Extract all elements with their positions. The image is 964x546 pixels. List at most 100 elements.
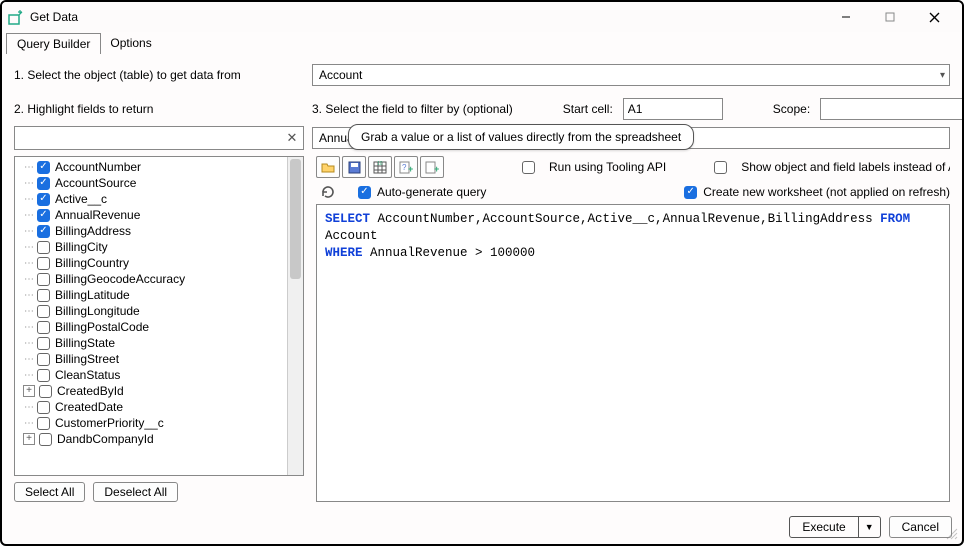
add-filter-help-icon[interactable]: ?+ [394,156,418,178]
tab-query-builder[interactable]: Query Builder [6,33,101,54]
field-search-input[interactable] [15,131,281,145]
field-checkbox[interactable] [39,385,52,398]
object-select[interactable]: Account ▾ [312,64,950,86]
scope-label: Scope: [773,102,810,116]
autogen-label: Auto-generate query [377,185,486,199]
new-worksheet-checkbox[interactable] [684,186,697,199]
field-item[interactable]: ⋯ BillingPostalCode [15,319,287,335]
tree-connector-icon: ⋯ [23,370,35,381]
field-label: Active__c [55,192,107,206]
chevron-down-icon: ▾ [940,70,945,81]
tab-options[interactable]: Options [100,33,161,53]
field-item[interactable]: ⋯ BillingCity [15,239,287,255]
field-item[interactable]: + DandbCompanyId [15,431,287,447]
add-filter-icon[interactable]: + [420,156,444,178]
field-search[interactable]: ✕ [14,126,304,150]
toolbar: 10 ?+ + [316,156,444,178]
field-item[interactable]: ⋯ CustomerPriority__c [15,415,287,431]
field-item[interactable]: ⋯ CreatedDate [15,399,287,415]
execute-button[interactable]: Execute ▼ [789,516,880,538]
tree-connector-icon: ⋯ [23,306,35,317]
svg-text:+: + [434,164,439,174]
tree-connector-icon: ⋯ [23,194,35,205]
field-label: CleanStatus [55,368,120,382]
field-item[interactable]: ⋯ BillingGeocodeAccuracy [15,271,287,287]
fields-tree-body[interactable]: ⋯ AccountNumber⋯ AccountSource⋯ Active__… [15,157,287,475]
field-item[interactable]: ⋯ BillingStreet [15,351,287,367]
field-item[interactable]: ⋯ AccountNumber [15,159,287,175]
field-checkbox[interactable] [37,177,50,190]
autogen-checkbox[interactable] [358,186,371,199]
show-labels-checkbox[interactable] [714,161,727,174]
field-checkbox[interactable] [37,225,50,238]
field-checkbox[interactable] [37,273,50,286]
tree-connector-icon: ⋯ [23,226,35,237]
field-item[interactable]: ⋯ CleanStatus [15,367,287,383]
field-label: BillingCountry [55,256,129,270]
field-item[interactable]: ⋯ BillingLongitude [15,303,287,319]
field-label: CustomerPriority__c [55,416,164,430]
resize-grip-icon[interactable] [944,526,958,540]
expand-icon[interactable]: + [23,433,35,445]
field-checkbox[interactable] [37,161,50,174]
field-checkbox[interactable] [37,193,50,206]
close-button[interactable] [912,3,956,31]
execute-label: Execute [790,517,858,537]
field-item[interactable]: ⋯ AccountSource [15,175,287,191]
scope-select[interactable]: ▾ [820,98,962,120]
tab-strip: Query Builder Options [2,32,962,54]
field-checkbox[interactable] [37,257,50,270]
field-item[interactable]: + CreatedById [15,383,287,399]
expand-icon[interactable]: + [23,385,35,397]
startcell-input[interactable] [623,98,723,120]
field-item[interactable]: ⋯ BillingCountry [15,255,287,271]
tree-connector-icon: ⋯ [23,274,35,285]
clear-search-icon[interactable]: ✕ [281,130,303,146]
field-item[interactable]: ⋯ BillingLatitude [15,287,287,303]
tooling-api-label: Run using Tooling API [549,160,666,174]
cancel-button[interactable]: Cancel [889,516,952,538]
field-item[interactable]: ⋯ AnnualRevenue [15,207,287,223]
field-item[interactable]: ⋯ BillingAddress [15,223,287,239]
query-editor[interactable]: SELECT AccountNumber,AccountSource,Activ… [316,204,950,502]
scrollbar-thumb[interactable] [290,159,301,279]
maximize-button[interactable] [868,3,912,31]
titlebar: Get Data [2,2,962,32]
tooling-api-checkbox[interactable] [522,161,535,174]
tooltip: Grab a value or a list of values directl… [348,124,694,150]
scrollbar[interactable] [287,157,303,475]
field-item[interactable]: ⋯ Active__c [15,191,287,207]
svg-text:?: ? [402,163,407,172]
open-icon[interactable] [316,156,340,178]
field-checkbox[interactable] [37,241,50,254]
field-checkbox[interactable] [37,289,50,302]
field-checkbox[interactable] [39,433,52,446]
field-checkbox[interactable] [37,321,50,334]
field-label: CreatedById [57,384,124,398]
tree-connector-icon: ⋯ [23,354,35,365]
field-label: DandbCompanyId [57,432,154,446]
field-label: BillingCity [55,240,108,254]
field-checkbox[interactable] [37,369,50,382]
field-checkbox[interactable] [37,417,50,430]
field-checkbox[interactable] [37,401,50,414]
field-label: BillingLatitude [55,288,130,302]
execute-dropdown-icon[interactable]: ▼ [859,519,880,535]
object-select-value: Account [319,68,362,82]
field-checkbox[interactable] [37,353,50,366]
field-checkbox[interactable] [37,305,50,318]
save-icon[interactable] [342,156,366,178]
field-label: AnnualRevenue [55,208,140,222]
field-label: CreatedDate [55,400,123,414]
field-checkbox[interactable] [37,209,50,222]
refresh-icon[interactable] [316,184,340,200]
tree-connector-icon: ⋯ [23,178,35,189]
grab-values-icon[interactable]: 10 [368,156,392,178]
deselect-all-button[interactable]: Deselect All [93,482,178,502]
minimize-button[interactable] [824,3,868,31]
field-item[interactable]: ⋯ BillingState [15,335,287,351]
tree-connector-icon: ⋯ [23,322,35,333]
field-label: AccountNumber [55,160,141,174]
field-checkbox[interactable] [37,337,50,350]
select-all-button[interactable]: Select All [14,482,85,502]
